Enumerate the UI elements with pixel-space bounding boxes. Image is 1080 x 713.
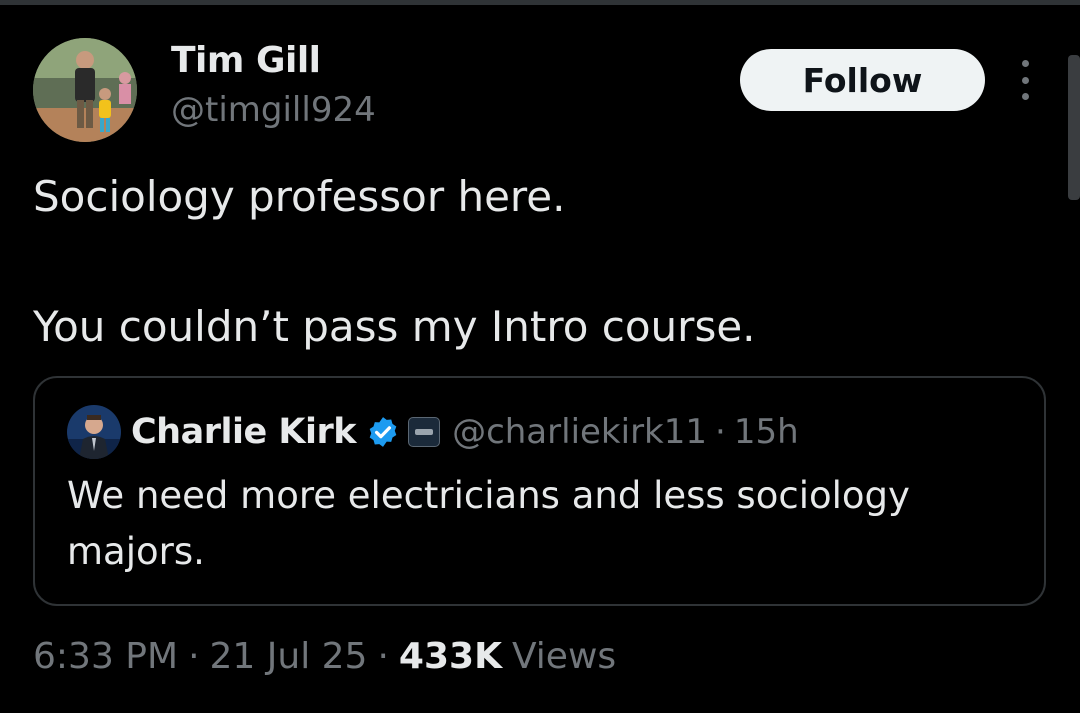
separator-dot: · xyxy=(715,412,726,452)
quoted-tweet-card[interactable]: Charlie Kirk @charliekirk11 · 15h We nee… xyxy=(33,376,1046,606)
quoted-text-line: We need more electricians and less socio… xyxy=(67,474,910,517)
quoted-author-avatar[interactable] xyxy=(67,405,121,459)
verified-badge-icon xyxy=(366,415,400,449)
separator-dot: · xyxy=(188,635,200,677)
author-avatar[interactable] xyxy=(33,38,137,142)
more-vertical-icon[interactable] xyxy=(1012,60,1038,100)
tweet-date[interactable]: 21 Jul 25 xyxy=(210,636,368,677)
affiliation-badge-icon[interactable] xyxy=(408,417,441,447)
quoted-text-line: majors. xyxy=(67,530,205,573)
scrollbar[interactable] xyxy=(1068,55,1080,200)
top-divider xyxy=(0,0,1080,5)
quoted-author-name[interactable]: Charlie Kirk xyxy=(131,412,357,452)
quoted-author-handle[interactable]: @charliekirk11 xyxy=(452,412,707,452)
tweet-meta: 6:33 PM · 21 Jul 25 · 433K Views xyxy=(33,632,616,680)
views-label: Views xyxy=(511,635,617,677)
tweet-time[interactable]: 6:33 PM xyxy=(33,636,178,677)
tweet-text-line: Sociology professor here. xyxy=(33,172,566,221)
quoted-timestamp[interactable]: 15h xyxy=(734,412,799,452)
author-handle[interactable]: @timgill924 xyxy=(171,90,376,130)
tweet-text-line: You couldn’t pass my Intro course. xyxy=(33,302,756,351)
follow-button[interactable]: Follow xyxy=(740,49,985,111)
quoted-header: Charlie Kirk @charliekirk11 · 15h xyxy=(131,408,799,456)
separator-dot: · xyxy=(377,635,389,677)
author-name[interactable]: Tim Gill xyxy=(171,40,321,81)
views-count[interactable]: 433K xyxy=(399,636,502,677)
